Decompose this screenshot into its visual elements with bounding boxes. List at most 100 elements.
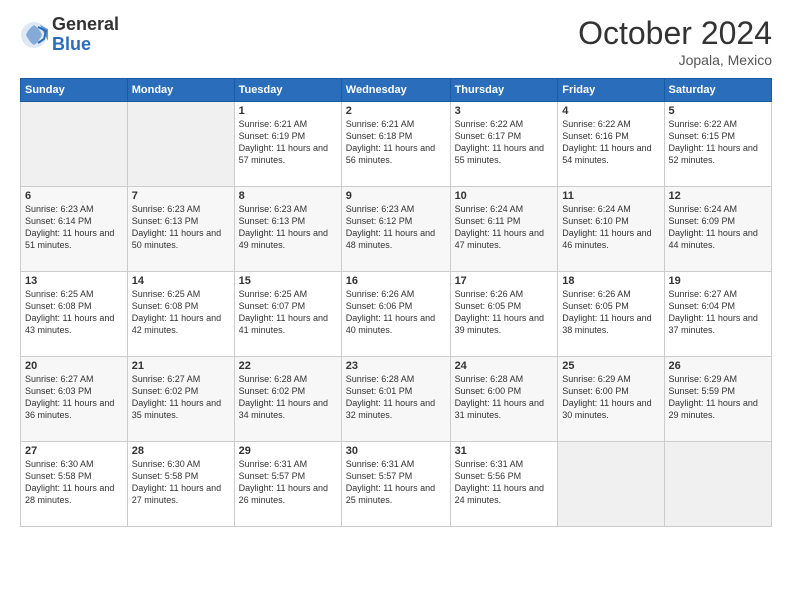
logo-blue: Blue bbox=[52, 35, 119, 55]
calendar-cell: 2Sunrise: 6:21 AMSunset: 6:18 PMDaylight… bbox=[341, 102, 450, 187]
calendar-cell: 4Sunrise: 6:22 AMSunset: 6:16 PMDaylight… bbox=[558, 102, 664, 187]
calendar-cell bbox=[558, 442, 664, 527]
month-title: October 2024 bbox=[578, 15, 772, 52]
calendar-cell: 8Sunrise: 6:23 AMSunset: 6:13 PMDaylight… bbox=[234, 187, 341, 272]
day-info: Sunrise: 6:24 AMSunset: 6:10 PMDaylight:… bbox=[562, 203, 659, 252]
calendar-cell: 24Sunrise: 6:28 AMSunset: 6:00 PMDayligh… bbox=[450, 357, 558, 442]
day-number: 22 bbox=[239, 360, 337, 372]
calendar-week-1: 1Sunrise: 6:21 AMSunset: 6:19 PMDaylight… bbox=[21, 102, 772, 187]
calendar-week-2: 6Sunrise: 6:23 AMSunset: 6:14 PMDaylight… bbox=[21, 187, 772, 272]
day-number: 21 bbox=[132, 360, 230, 372]
day-info: Sunrise: 6:21 AMSunset: 6:18 PMDaylight:… bbox=[346, 118, 446, 167]
calendar-cell: 18Sunrise: 6:26 AMSunset: 6:05 PMDayligh… bbox=[558, 272, 664, 357]
day-number: 7 bbox=[132, 190, 230, 202]
calendar-cell: 13Sunrise: 6:25 AMSunset: 6:08 PMDayligh… bbox=[21, 272, 128, 357]
day-number: 14 bbox=[132, 275, 230, 287]
calendar-cell: 30Sunrise: 6:31 AMSunset: 5:57 PMDayligh… bbox=[341, 442, 450, 527]
calendar-cell: 7Sunrise: 6:23 AMSunset: 6:13 PMDaylight… bbox=[127, 187, 234, 272]
day-info: Sunrise: 6:22 AMSunset: 6:16 PMDaylight:… bbox=[562, 118, 659, 167]
calendar-cell: 6Sunrise: 6:23 AMSunset: 6:14 PMDaylight… bbox=[21, 187, 128, 272]
day-number: 27 bbox=[25, 445, 123, 457]
day-info: Sunrise: 6:30 AMSunset: 5:58 PMDaylight:… bbox=[25, 458, 123, 507]
logo: General Blue bbox=[20, 15, 119, 55]
calendar-week-3: 13Sunrise: 6:25 AMSunset: 6:08 PMDayligh… bbox=[21, 272, 772, 357]
day-number: 6 bbox=[25, 190, 123, 202]
logo-general: General bbox=[52, 15, 119, 35]
calendar-cell: 1Sunrise: 6:21 AMSunset: 6:19 PMDaylight… bbox=[234, 102, 341, 187]
calendar-cell: 25Sunrise: 6:29 AMSunset: 6:00 PMDayligh… bbox=[558, 357, 664, 442]
calendar-cell: 17Sunrise: 6:26 AMSunset: 6:05 PMDayligh… bbox=[450, 272, 558, 357]
day-number: 4 bbox=[562, 105, 659, 117]
day-info: Sunrise: 6:30 AMSunset: 5:58 PMDaylight:… bbox=[132, 458, 230, 507]
day-info: Sunrise: 6:29 AMSunset: 5:59 PMDaylight:… bbox=[669, 373, 767, 422]
calendar-cell: 23Sunrise: 6:28 AMSunset: 6:01 PMDayligh… bbox=[341, 357, 450, 442]
calendar-cell: 15Sunrise: 6:25 AMSunset: 6:07 PMDayligh… bbox=[234, 272, 341, 357]
title-area: October 2024 Jopala, Mexico bbox=[578, 15, 772, 68]
day-info: Sunrise: 6:22 AMSunset: 6:15 PMDaylight:… bbox=[669, 118, 767, 167]
day-info: Sunrise: 6:28 AMSunset: 6:02 PMDaylight:… bbox=[239, 373, 337, 422]
day-number: 13 bbox=[25, 275, 123, 287]
day-info: Sunrise: 6:23 AMSunset: 6:13 PMDaylight:… bbox=[239, 203, 337, 252]
day-info: Sunrise: 6:28 AMSunset: 6:00 PMDaylight:… bbox=[455, 373, 554, 422]
calendar-week-4: 20Sunrise: 6:27 AMSunset: 6:03 PMDayligh… bbox=[21, 357, 772, 442]
day-number: 23 bbox=[346, 360, 446, 372]
day-info: Sunrise: 6:23 AMSunset: 6:14 PMDaylight:… bbox=[25, 203, 123, 252]
day-number: 20 bbox=[25, 360, 123, 372]
day-info: Sunrise: 6:28 AMSunset: 6:01 PMDaylight:… bbox=[346, 373, 446, 422]
day-number: 24 bbox=[455, 360, 554, 372]
calendar-header-row: SundayMondayTuesdayWednesdayThursdayFrid… bbox=[21, 79, 772, 102]
header: General Blue October 2024 Jopala, Mexico bbox=[20, 15, 772, 68]
page: General Blue October 2024 Jopala, Mexico… bbox=[0, 0, 792, 612]
calendar-cell bbox=[664, 442, 771, 527]
day-info: Sunrise: 6:25 AMSunset: 6:08 PMDaylight:… bbox=[132, 288, 230, 337]
day-number: 25 bbox=[562, 360, 659, 372]
calendar-cell: 22Sunrise: 6:28 AMSunset: 6:02 PMDayligh… bbox=[234, 357, 341, 442]
calendar-header-friday: Friday bbox=[558, 79, 664, 102]
calendar-cell: 26Sunrise: 6:29 AMSunset: 5:59 PMDayligh… bbox=[664, 357, 771, 442]
day-number: 10 bbox=[455, 190, 554, 202]
day-info: Sunrise: 6:26 AMSunset: 6:06 PMDaylight:… bbox=[346, 288, 446, 337]
logo-text: General Blue bbox=[52, 15, 119, 55]
day-number: 26 bbox=[669, 360, 767, 372]
day-info: Sunrise: 6:27 AMSunset: 6:04 PMDaylight:… bbox=[669, 288, 767, 337]
logo-icon bbox=[20, 21, 48, 49]
calendar-header-wednesday: Wednesday bbox=[341, 79, 450, 102]
calendar-cell: 16Sunrise: 6:26 AMSunset: 6:06 PMDayligh… bbox=[341, 272, 450, 357]
calendar-cell: 31Sunrise: 6:31 AMSunset: 5:56 PMDayligh… bbox=[450, 442, 558, 527]
calendar-cell: 27Sunrise: 6:30 AMSunset: 5:58 PMDayligh… bbox=[21, 442, 128, 527]
calendar-cell: 12Sunrise: 6:24 AMSunset: 6:09 PMDayligh… bbox=[664, 187, 771, 272]
calendar-cell: 29Sunrise: 6:31 AMSunset: 5:57 PMDayligh… bbox=[234, 442, 341, 527]
calendar-cell: 21Sunrise: 6:27 AMSunset: 6:02 PMDayligh… bbox=[127, 357, 234, 442]
day-number: 8 bbox=[239, 190, 337, 202]
day-number: 17 bbox=[455, 275, 554, 287]
location: Jopala, Mexico bbox=[578, 52, 772, 68]
calendar-cell: 9Sunrise: 6:23 AMSunset: 6:12 PMDaylight… bbox=[341, 187, 450, 272]
day-number: 30 bbox=[346, 445, 446, 457]
day-info: Sunrise: 6:31 AMSunset: 5:56 PMDaylight:… bbox=[455, 458, 554, 507]
day-number: 12 bbox=[669, 190, 767, 202]
calendar-cell: 14Sunrise: 6:25 AMSunset: 6:08 PMDayligh… bbox=[127, 272, 234, 357]
day-number: 16 bbox=[346, 275, 446, 287]
day-info: Sunrise: 6:31 AMSunset: 5:57 PMDaylight:… bbox=[346, 458, 446, 507]
calendar-cell: 28Sunrise: 6:30 AMSunset: 5:58 PMDayligh… bbox=[127, 442, 234, 527]
day-info: Sunrise: 6:23 AMSunset: 6:13 PMDaylight:… bbox=[132, 203, 230, 252]
day-info: Sunrise: 6:27 AMSunset: 6:03 PMDaylight:… bbox=[25, 373, 123, 422]
day-number: 19 bbox=[669, 275, 767, 287]
calendar-cell: 11Sunrise: 6:24 AMSunset: 6:10 PMDayligh… bbox=[558, 187, 664, 272]
day-number: 29 bbox=[239, 445, 337, 457]
day-info: Sunrise: 6:21 AMSunset: 6:19 PMDaylight:… bbox=[239, 118, 337, 167]
day-info: Sunrise: 6:25 AMSunset: 6:08 PMDaylight:… bbox=[25, 288, 123, 337]
calendar-week-5: 27Sunrise: 6:30 AMSunset: 5:58 PMDayligh… bbox=[21, 442, 772, 527]
calendar-cell: 19Sunrise: 6:27 AMSunset: 6:04 PMDayligh… bbox=[664, 272, 771, 357]
day-number: 28 bbox=[132, 445, 230, 457]
day-number: 11 bbox=[562, 190, 659, 202]
day-info: Sunrise: 6:31 AMSunset: 5:57 PMDaylight:… bbox=[239, 458, 337, 507]
day-info: Sunrise: 6:29 AMSunset: 6:00 PMDaylight:… bbox=[562, 373, 659, 422]
day-info: Sunrise: 6:26 AMSunset: 6:05 PMDaylight:… bbox=[562, 288, 659, 337]
calendar-header-saturday: Saturday bbox=[664, 79, 771, 102]
calendar-cell: 20Sunrise: 6:27 AMSunset: 6:03 PMDayligh… bbox=[21, 357, 128, 442]
calendar-cell bbox=[127, 102, 234, 187]
day-info: Sunrise: 6:26 AMSunset: 6:05 PMDaylight:… bbox=[455, 288, 554, 337]
calendar-header-tuesday: Tuesday bbox=[234, 79, 341, 102]
day-number: 1 bbox=[239, 105, 337, 117]
